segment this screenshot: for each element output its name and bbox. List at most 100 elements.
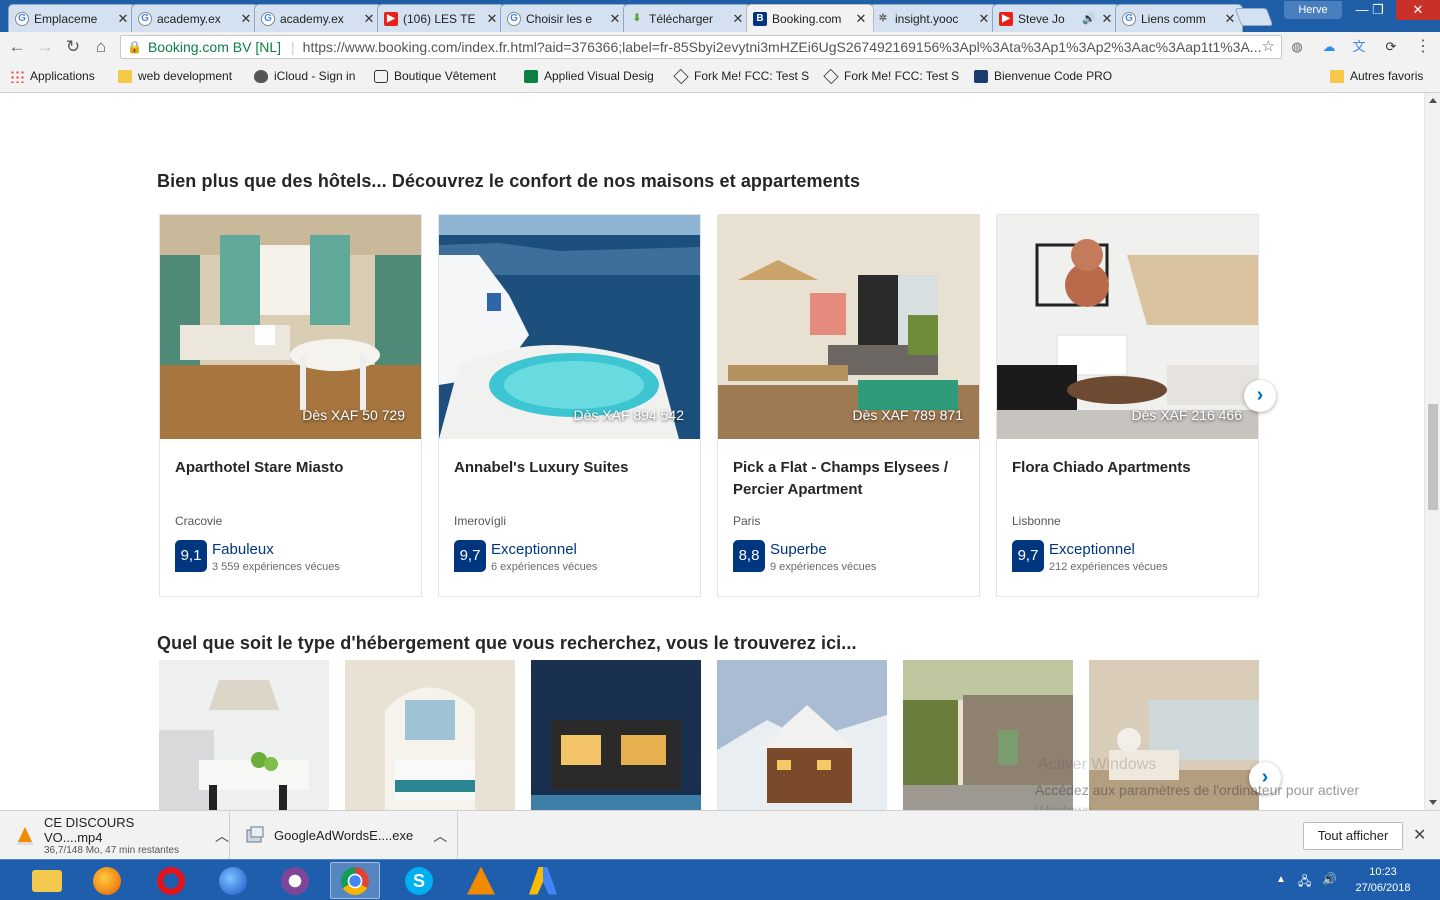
firefox-dev-icon[interactable] — [208, 862, 258, 899]
close-tab-icon[interactable]: ✕ — [978, 11, 990, 27]
download-status: 36,7/148 Mo, 47 min restantes — [44, 845, 180, 856]
chrome-icon[interactable] — [330, 862, 380, 899]
window-close-icon[interactable]: ✕ — [1396, 0, 1440, 20]
translate-icon[interactable]: 文 — [1350, 38, 1368, 56]
property-city: Lisbonne — [1012, 514, 1061, 528]
browser-tab[interactable]: ✲ insight.yooc ✕ — [869, 4, 997, 32]
property-photo[interactable]: Dès XAF 50 729 — [160, 215, 421, 439]
property-photo[interactable]: Dès XAF 894 542 — [439, 215, 700, 439]
close-tab-icon[interactable]: ✕ — [363, 11, 375, 27]
accommodation-type-thumb[interactable] — [717, 660, 887, 810]
bookmark-icloud[interactable]: iCloud - Sign in — [254, 69, 355, 83]
browser-tab-strip: G Emplaceme ✕ Gacademy.ex ✕ Gacademy.ex ✕ ▶ (… — [0, 0, 1440, 32]
property-card[interactable]: Dès XAF 216 466 Flora Chiado Apartments … — [996, 214, 1259, 597]
skype-icon[interactable]: S — [394, 862, 444, 899]
browser-tab[interactable]: Gacademy.ex ✕ — [254, 4, 382, 32]
download-item[interactable]: GoogleAdWordsE....exe ︿ — [230, 811, 458, 860]
chevron-right-icon: › — [1256, 384, 1264, 406]
bookmark-web-development[interactable]: web development — [118, 69, 232, 83]
tray-expand-icon[interactable]: ▲ — [1276, 874, 1286, 885]
tor-icon[interactable] — [270, 862, 320, 899]
profile-button[interactable]: Herve — [1284, 1, 1342, 19]
back-icon[interactable]: ← — [6, 36, 28, 58]
bookmark-codepro[interactable]: Bienvenue Code PRO — [974, 69, 1112, 83]
system-clock[interactable]: 10:23 27/06/2018 — [1348, 864, 1418, 896]
bookmark-boutique[interactable]: Boutique Vêtement — [374, 69, 496, 83]
accommodation-type-thumb[interactable] — [345, 660, 515, 810]
property-card[interactable]: Dès XAF 50 729 Aparthotel Stare Miasto C… — [159, 214, 422, 597]
scroll-down-icon[interactable] — [1429, 800, 1437, 805]
close-tab-icon[interactable]: ✕ — [1224, 11, 1236, 27]
new-tab-button[interactable] — [1234, 8, 1274, 26]
menu-icon[interactable]: ⋮ — [1414, 38, 1432, 56]
bookmark-other[interactable]: Autres favoris — [1330, 69, 1423, 83]
network-icon[interactable]: 🖧 — [1298, 872, 1311, 893]
browser-tab[interactable]: ⬇ Télécharger ✕ — [623, 4, 751, 32]
property-card[interactable]: Dès XAF 789 871 Pick a Flat - Champs Ely… — [717, 214, 980, 597]
extension-icon[interactable]: ◍ — [1288, 38, 1306, 56]
close-tab-icon[interactable]: ✕ — [732, 11, 744, 27]
vlc-icon — [17, 826, 33, 845]
speaker-icon[interactable]: 🔊 — [1082, 12, 1096, 25]
browser-toolbar: ← → ↻ ⌂ 🔒 Booking.com BV [NL] | https://… — [0, 32, 1440, 62]
close-downloads-icon[interactable]: ✕ — [1413, 825, 1426, 845]
bookmark-applied-visual[interactable]: Applied Visual Desig — [524, 69, 654, 83]
browser-tab-active[interactable]: B Booking.com ✕ — [746, 4, 874, 32]
firefox-icon[interactable] — [82, 862, 132, 899]
property-name[interactable]: Aparthotel Stare Miasto — [175, 457, 415, 479]
property-name[interactable]: Pick a Flat - Champs Elysees / Percier A… — [733, 457, 973, 501]
chevron-up-icon[interactable]: ︿ — [433, 826, 447, 846]
tab-title: insight.yooc — [895, 11, 959, 26]
price-label: Dès XAF 50 729 — [302, 407, 405, 423]
bookmark-label: Autres favoris — [1350, 69, 1424, 83]
close-tab-icon[interactable]: ✕ — [117, 11, 129, 27]
carousel-next-button[interactable]: › — [1244, 380, 1276, 412]
close-tab-icon[interactable]: ✕ — [855, 11, 867, 27]
vlc-icon[interactable] — [456, 862, 506, 899]
browser-tab[interactable]: G Choisir les e ✕ — [500, 4, 628, 32]
codepen-icon — [673, 68, 689, 84]
home-icon[interactable]: ⌂ — [90, 36, 112, 58]
cloud-icon[interactable]: ☁ — [1320, 38, 1338, 56]
browser-tab[interactable]: ▶ (106) LES TE ✕ — [377, 4, 505, 32]
tab-title: academy.ex — [280, 11, 344, 26]
scroll-up-icon[interactable] — [1429, 98, 1437, 103]
browser-tab[interactable]: G Liens comm ✕ — [1115, 4, 1243, 32]
review-score-badge: 9,7 — [454, 540, 486, 572]
scrollbar-thumb[interactable] — [1428, 404, 1438, 510]
show-all-downloads-button[interactable]: Tout afficher — [1303, 822, 1403, 850]
explorer-icon[interactable] — [22, 862, 72, 899]
adwords-icon[interactable] — [518, 862, 568, 899]
property-name[interactable]: Annabel's Luxury Suites — [454, 457, 694, 479]
page-scrollbar[interactable] — [1424, 93, 1440, 810]
close-tab-icon[interactable]: ✕ — [486, 11, 498, 27]
bookmark-star-icon[interactable]: ☆ — [1262, 37, 1275, 55]
tab-title: academy.ex — [157, 11, 221, 26]
chevron-up-icon[interactable]: ︿ — [215, 826, 229, 846]
browser-tab[interactable]: G Emplaceme ✕ — [8, 4, 136, 32]
property-photo[interactable]: Dès XAF 789 871 — [718, 215, 979, 439]
bookmark-applications[interactable]: Applications — [10, 69, 95, 83]
download-item[interactable]: CE DISCOURS VO....mp4 36,7/148 Mo, 47 mi… — [0, 811, 230, 860]
bookmark-label: Bienvenue Code PRO — [994, 69, 1113, 83]
close-tab-icon[interactable]: ✕ — [240, 11, 252, 27]
close-tab-icon[interactable]: ✕ — [1101, 11, 1113, 27]
maximize-icon[interactable]: ❐ — [1362, 0, 1394, 20]
browser-tab[interactable]: ▶ Steve Jo 🔊 ✕ — [992, 4, 1120, 32]
close-tab-icon[interactable]: ✕ — [609, 11, 621, 27]
reload-icon[interactable]: ↻ — [62, 36, 84, 58]
property-photo[interactable]: Dès XAF 216 466 — [997, 215, 1258, 439]
property-card[interactable]: Dès XAF 894 542 Annabel's Luxury Suites … — [438, 214, 701, 597]
bookmark-fork-me-2[interactable]: Fork Me! FCC: Test S — [823, 68, 959, 84]
browser-tab[interactable]: Gacademy.ex ✕ — [131, 4, 259, 32]
accommodation-type-thumb[interactable] — [159, 660, 329, 810]
bookmark-fork-me-1[interactable]: Fork Me! FCC: Test S — [673, 68, 809, 84]
review-count: 212 expériences vécues — [1049, 561, 1168, 573]
accommodation-type-thumb[interactable] — [531, 660, 701, 810]
property-name[interactable]: Flora Chiado Apartments — [1012, 457, 1252, 479]
forward-icon[interactable]: → — [34, 36, 56, 58]
address-bar[interactable]: 🔒 Booking.com BV [NL] | https://www.book… — [120, 35, 1282, 59]
sync-icon[interactable]: ⟳ — [1382, 38, 1400, 56]
volume-icon[interactable]: 🔊 — [1322, 872, 1337, 886]
opera-icon[interactable] — [146, 862, 196, 899]
